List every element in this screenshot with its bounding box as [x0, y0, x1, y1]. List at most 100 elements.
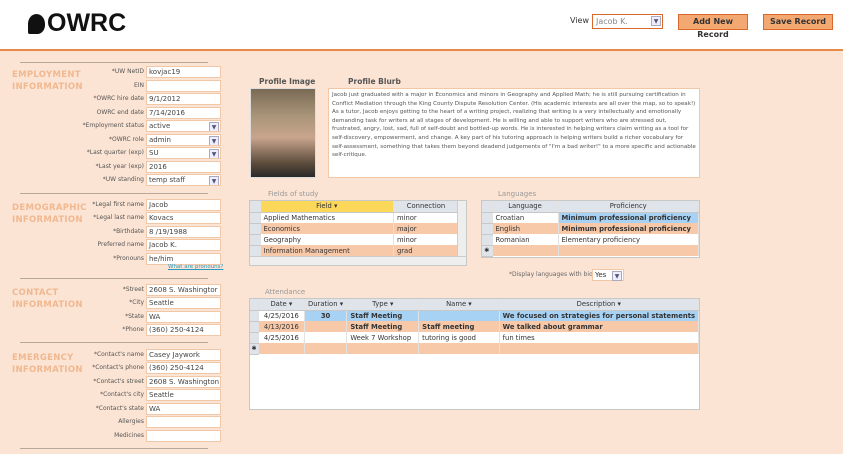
save-record-button[interactable]: Save Record [763, 14, 833, 30]
table-cell[interactable]: Staff meeting [418, 321, 500, 332]
table-row[interactable]: Economics major [250, 223, 460, 235]
table-row[interactable]: Romanian Elementary proficiency [482, 234, 699, 246]
table-cell[interactable]: We talked about grammar [499, 321, 699, 332]
table-cell[interactable] [499, 343, 699, 354]
row-selector[interactable] [482, 234, 493, 246]
column-header-date[interactable]: Date ▾ [258, 299, 305, 311]
column-header-proficiency[interactable]: Proficiency [558, 201, 699, 213]
table-row[interactable]: 4/25/2016 30 Staff Meeting We focused on st… [250, 310, 699, 322]
uw-standing-field[interactable]: temp staff ▼ [146, 174, 221, 186]
table-cell[interactable]: 4/25/2016 [258, 332, 305, 343]
table-cell[interactable]: major [393, 223, 460, 234]
table-row[interactable]: 4/13/2016 Staff Meeting Staff meeting We ta… [250, 321, 699, 333]
table-row[interactable]: Croatian Minimum professional proficiency [482, 212, 699, 224]
table-cell[interactable]: Information Management [260, 245, 394, 256]
chevron-down-icon[interactable]: ▼ [612, 271, 622, 281]
medicines-field[interactable] [146, 430, 221, 442]
table-cell[interactable]: Elementary proficiency [558, 234, 699, 245]
table-row[interactable]: Information Management grad [250, 245, 460, 257]
table-cell[interactable] [304, 321, 348, 332]
chevron-down-icon[interactable]: ▼ [209, 122, 219, 131]
owrc-role-field[interactable]: admin ▼ [146, 134, 221, 146]
row-selector[interactable] [482, 223, 493, 235]
vertical-scrollbar[interactable] [457, 201, 466, 257]
table-cell[interactable] [258, 343, 305, 354]
table-cell[interactable]: Croatian [492, 212, 559, 223]
owrc-hire-date-field[interactable]: 9/1/2012 [146, 93, 221, 105]
table-cell[interactable]: Applied Mathematics [260, 212, 394, 223]
chevron-down-icon[interactable]: ▼ [209, 176, 219, 185]
ein-field[interactable] [146, 80, 221, 92]
view-record-select[interactable]: Jacob K. ▼ [592, 14, 663, 29]
table-cell[interactable]: minor [393, 234, 460, 245]
column-header-description[interactable]: Description ▾ [499, 299, 699, 311]
select-all[interactable] [482, 201, 493, 213]
new-row[interactable]: ✱ [250, 343, 699, 355]
uw-netid-field[interactable]: kovjac19 [146, 66, 221, 78]
table-cell[interactable] [304, 332, 348, 343]
legal-first-name-field[interactable]: Jacob [146, 199, 221, 211]
contact-s-state-field[interactable]: WA [146, 403, 221, 415]
table-cell[interactable] [304, 343, 348, 354]
birthdate-field[interactable]: 8 /19/1988 [146, 226, 221, 238]
table-cell[interactable]: 30 [304, 310, 348, 321]
table-cell[interactable] [418, 310, 500, 321]
table-cell[interactable]: We focused on strategies for personal st… [499, 310, 699, 321]
horizontal-scrollbar[interactable] [250, 256, 466, 265]
select-all[interactable] [250, 201, 261, 213]
chevron-down-icon[interactable]: ▼ [209, 149, 219, 158]
row-selector[interactable] [250, 223, 261, 235]
state-field[interactable]: WA [146, 311, 221, 323]
table-row[interactable]: Applied Mathematics minor [250, 212, 460, 224]
table-cell[interactable]: Staff Meeting [346, 310, 420, 321]
table-cell[interactable]: Minimum professional proficiency [558, 223, 699, 234]
add-new-record-button[interactable]: Add New Record [678, 14, 748, 39]
select-all[interactable] [250, 299, 259, 311]
contact-s-phone-field[interactable]: (360) 250-4124 [146, 362, 221, 374]
table-cell[interactable] [346, 343, 420, 354]
what-are-pronouns-link[interactable]: What are pronouns? [168, 264, 223, 270]
column-header-type[interactable]: Type ▾ [346, 299, 420, 311]
preferred-name-field[interactable]: Jacob K. [146, 239, 221, 251]
row-selector[interactable] [482, 212, 493, 224]
contact-s-city-field[interactable]: Seattle [146, 389, 221, 401]
contact-s-name-field[interactable]: Casey Jaywork [146, 349, 221, 361]
row-selector[interactable] [250, 332, 259, 344]
table-row[interactable]: 4/25/2016 Week 7 Workshop tutoring is good… [250, 332, 699, 344]
profile-blurb-textarea[interactable]: Jacob just graduated with a major in Eco… [328, 88, 700, 178]
column-header-language[interactable]: Language [492, 201, 559, 213]
last-quarter-exp-field[interactable]: SU ▼ [146, 147, 221, 159]
column-header-field[interactable]: Field ▾ [260, 201, 394, 213]
table-cell[interactable]: 4/25/2016 [258, 310, 305, 321]
phone-field[interactable]: (360) 250-4124 [146, 324, 221, 336]
row-selector[interactable] [250, 234, 261, 246]
display-languages-select[interactable]: Yes ▼ [592, 269, 624, 281]
table-cell[interactable]: Economics [260, 223, 394, 234]
table-cell[interactable] [492, 245, 559, 256]
legal-last-name-field[interactable]: Kovacs [146, 212, 221, 224]
new-row[interactable]: ✱ [482, 245, 699, 257]
row-selector[interactable] [250, 212, 261, 224]
column-header-duration[interactable]: Duration ▾ [304, 299, 348, 311]
city-field[interactable]: Seattle [146, 297, 221, 309]
contact-s-street-field[interactable]: 2608 S. Washington st [146, 376, 221, 388]
table-cell[interactable]: tutoring is good [418, 332, 500, 343]
owrc-end-date-field[interactable]: 7/14/2016 [146, 107, 221, 119]
table-cell[interactable]: fun times [499, 332, 699, 343]
table-cell[interactable]: Week 7 Workshop [346, 332, 420, 343]
employment-status-field[interactable]: active ▼ [146, 120, 221, 132]
chevron-down-icon[interactable]: ▼ [209, 136, 219, 145]
table-cell[interactable] [418, 343, 500, 354]
last-year-exp-field[interactable]: 2016 [146, 161, 221, 173]
table-cell[interactable]: 4/13/2016 [258, 321, 305, 332]
table-cell[interactable]: minor [393, 212, 460, 223]
table-cell[interactable]: Romanian [492, 234, 559, 245]
table-cell[interactable]: Minimum professional proficiency [558, 212, 699, 223]
row-selector[interactable] [250, 310, 259, 322]
street-field[interactable]: 2608 S. Washingtor [146, 284, 221, 296]
row-selector[interactable] [250, 245, 261, 257]
column-header-name[interactable]: Name ▾ [418, 299, 500, 311]
chevron-down-icon[interactable]: ▼ [651, 16, 661, 26]
row-selector[interactable] [250, 321, 259, 333]
table-cell[interactable]: English [492, 223, 559, 234]
